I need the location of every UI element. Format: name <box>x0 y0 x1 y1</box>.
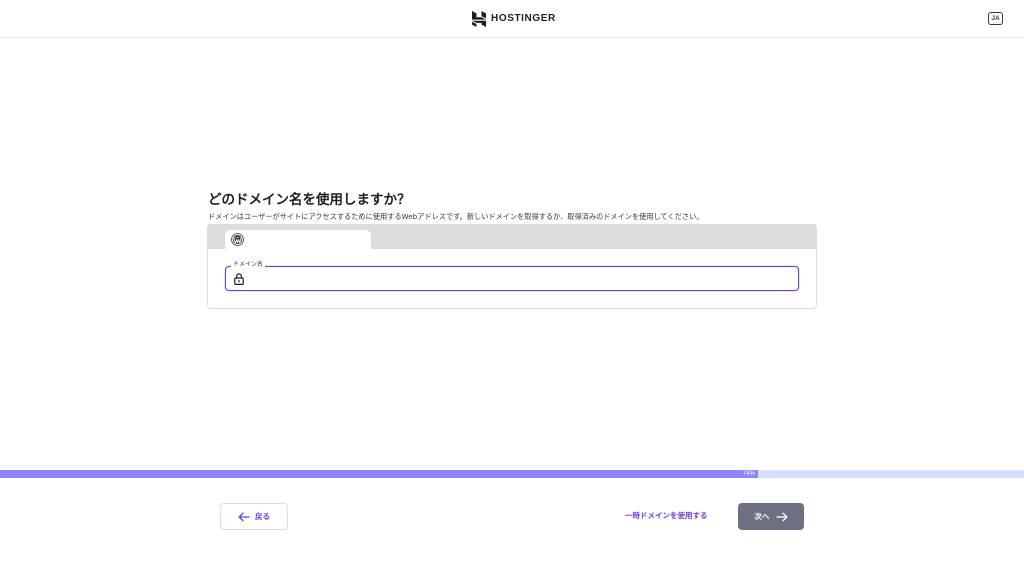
back-button[interactable]: 戻る <box>220 503 288 530</box>
browser-tab-bar <box>208 225 816 249</box>
progress-fill <box>0 470 758 478</box>
language-button[interactable]: JA <box>988 12 1003 25</box>
back-button-label: 戻る <box>255 512 270 521</box>
progress-bar <box>0 470 1024 478</box>
brand[interactable]: HOSTINGER <box>472 10 556 27</box>
browser-tab <box>225 230 371 249</box>
arrow-left-icon <box>238 512 250 521</box>
next-button-label: 次へ <box>754 512 770 521</box>
page-title: どのドメイン名を使用しますか？ <box>208 192 411 208</box>
domain-input[interactable] <box>250 270 790 287</box>
domain-field-label: ドメイン名 <box>231 261 266 269</box>
progress-label: 74% <box>743 471 756 477</box>
domain-field[interactable]: ドメイン名 <box>225 261 799 291</box>
browser-preview: ドメイン名 <box>207 224 817 309</box>
brand-name: HOSTINGER <box>491 13 556 24</box>
lock-icon <box>234 273 244 285</box>
hostinger-logo-icon <box>472 10 486 27</box>
next-button[interactable]: 次へ <box>738 503 804 530</box>
page-subtitle: ドメインはユーザーがサイトにアクセスするために使用するWebアドレスです。新しい… <box>208 212 704 221</box>
arrow-right-icon <box>775 512 787 521</box>
top-header: HOSTINGER JA <box>0 0 1024 38</box>
wordpress-icon <box>231 233 244 246</box>
use-temporary-domain-link[interactable]: 一時ドメインを使用する <box>625 510 708 521</box>
